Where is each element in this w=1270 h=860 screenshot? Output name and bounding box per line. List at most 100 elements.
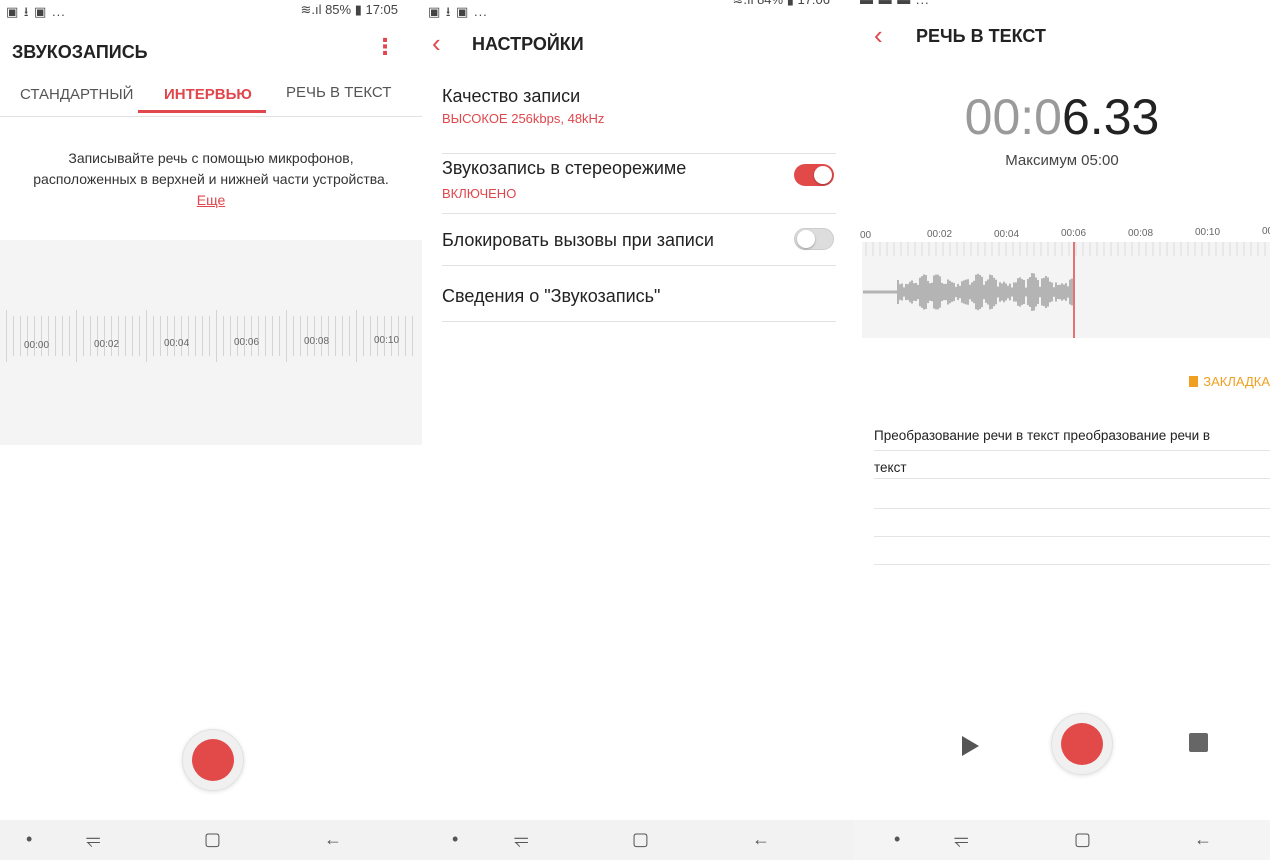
timeline-tick: [76, 310, 77, 362]
setting-label: Качество записи: [442, 86, 581, 106]
home-icon[interactable]: ▢: [1074, 829, 1091, 850]
text-divider: [874, 450, 1270, 451]
tab-speech-to-text[interactable]: РЕЧЬ В ТЕКСТ: [286, 84, 391, 101]
status-system-info: ≋.ıl 85% ▮ 17:05: [300, 2, 398, 17]
timeline-label: 00:10: [374, 335, 400, 346]
timeline-tick: [62, 316, 63, 356]
timeline-tick: [272, 316, 273, 356]
tab-interview[interactable]: ИНТЕРВЬЮ: [164, 86, 252, 103]
timeline-tick: [97, 316, 98, 356]
record-button[interactable]: [1051, 713, 1113, 775]
back-arrow-icon[interactable]: ←: [752, 829, 770, 850]
timeline-label: 00:: [1262, 226, 1270, 238]
timeline-tick: [216, 310, 217, 362]
status-bar: ▣ ⭳ ▣ ... ≋.ıl 85% ▮ 17:05: [0, 0, 422, 22]
navigation-bar: • ⥫ ▢ ←: [854, 820, 1270, 860]
chevron-left-icon[interactable]: ‹: [432, 30, 441, 56]
timer-dim-part: 00:0: [964, 89, 1062, 145]
timeline-tick: [279, 316, 280, 356]
status-bar: ▬ ▬ ▬ ...: [854, 0, 1270, 22]
timeline-tick: [167, 316, 168, 356]
timeline-tick: [6, 310, 7, 362]
setting-label: Звукозапись в стереорежиме: [442, 158, 687, 178]
timeline-tick: [83, 316, 84, 356]
timeline-tick: [244, 316, 245, 356]
timeline-label: 00:04: [164, 338, 190, 349]
recent-apps-icon[interactable]: ⥫: [954, 829, 968, 850]
timeline-tick: [132, 316, 133, 356]
back-arrow-icon[interactable]: ←: [324, 829, 342, 850]
timeline-tick: [293, 316, 294, 356]
timeline-label: 00:08: [1128, 227, 1154, 239]
description-text: Записывайте речь с помощью микрофонов, р…: [33, 150, 389, 187]
tab-standard[interactable]: СТАНДАРТНЫЙ: [20, 86, 133, 103]
dot-icon[interactable]: •: [452, 829, 458, 850]
recent-apps-icon[interactable]: ⥫: [514, 829, 528, 850]
timeline-tick: [230, 316, 231, 356]
stop-icon[interactable]: [1189, 733, 1208, 752]
mode-description: Записывайте речь с помощью микрофонов, р…: [30, 148, 392, 211]
dot-icon[interactable]: •: [894, 829, 900, 850]
setting-value: ВЫСОКОЕ 256kbps, 48kHz: [442, 111, 605, 126]
timeline-label: 00:02: [927, 229, 953, 241]
timer-bright-part: 6.33: [1062, 89, 1160, 145]
page-title: НАСТРОЙКИ: [472, 34, 584, 54]
setting-about[interactable]: Сведения о "Звукозапись": [442, 266, 836, 322]
bookmark-button[interactable]: ЗАКЛАДКА: [1189, 374, 1270, 389]
home-icon[interactable]: ▢: [204, 829, 221, 850]
text-divider: [874, 478, 1270, 479]
timeline-tick: [300, 316, 301, 356]
timeline-tick: [125, 316, 126, 356]
navigation-bar: • ⥫ ▢ ←: [0, 820, 422, 860]
dot-icon[interactable]: •: [26, 829, 32, 850]
timeline-tick: [153, 316, 154, 356]
timeline-tick: [209, 316, 210, 356]
recent-apps-icon[interactable]: ⥫: [86, 829, 100, 850]
bookmark-icon: [1189, 376, 1199, 387]
timeline-label: 00: [860, 230, 872, 241]
block-calls-toggle[interactable]: [794, 228, 834, 250]
more-link[interactable]: Еще: [197, 192, 226, 208]
timeline-tick: [69, 316, 70, 356]
timeline-tick: [181, 316, 182, 356]
bookmark-label: ЗАКЛАДКА: [1203, 374, 1270, 389]
timeline-area: 00:00 00:02 00:04 00:06 00:08 00:10: [0, 240, 422, 445]
timeline-tick: [118, 316, 119, 356]
text-divider: [874, 564, 1270, 565]
back-arrow-icon[interactable]: ←: [1194, 829, 1212, 850]
waveform: [863, 242, 1266, 338]
stereo-toggle[interactable]: [794, 164, 834, 186]
max-duration-label: Максимум 05:00: [1005, 152, 1119, 169]
page-title: РЕЧЬ В ТЕКСТ: [916, 26, 1046, 46]
app-title: ЗВУКОЗАПИСЬ: [12, 42, 148, 62]
timeline-tick: [370, 316, 371, 356]
timeline-tick: [286, 310, 287, 362]
home-icon[interactable]: ▢: [632, 829, 649, 850]
waveform-area: [862, 242, 1270, 338]
status-system-info: ≋.ıl 84% ▮ 17:06: [732, 0, 830, 8]
timeline-tick: [349, 316, 350, 356]
more-vert-icon[interactable]: ⋮: [374, 34, 396, 60]
chevron-left-icon[interactable]: ‹: [874, 22, 883, 48]
timeline-tick: [55, 316, 56, 356]
timeline-tick: [13, 316, 14, 356]
timeline-label: 00:06: [1061, 228, 1087, 240]
navigation-bar: • ⥫ ▢ ←: [422, 820, 854, 860]
play-icon[interactable]: [962, 736, 979, 756]
setting-value: ВКЛЮЧЕНО: [442, 186, 517, 201]
setting-label: Блокировать вызовы при записи: [442, 230, 714, 250]
timeline-tick: [202, 316, 203, 356]
timeline-label: 00:04: [994, 228, 1020, 240]
timeline-tick: [342, 316, 343, 356]
setting-recording-quality[interactable]: Качество записи ВЫСОКОЕ 256kbps, 48kHz: [442, 70, 836, 154]
record-button[interactable]: [182, 729, 244, 791]
timeline-tick: [412, 316, 413, 356]
transcript-line: Преобразование речи в текст преобразован…: [874, 428, 1211, 443]
toggle-knob: [797, 230, 815, 248]
timeline-tick: [265, 316, 266, 356]
setting-stereo-recording[interactable]: Звукозапись в стереорежиме ВКЛЮЧЕНО: [442, 154, 836, 214]
timeline-label: 00:10: [1195, 227, 1221, 238]
speech-to-text-screen: ▬ ▬ ▬ ... ‹ РЕЧЬ В ТЕКСТ 00:06.33 Максим…: [854, 0, 1270, 860]
timeline-tick: [104, 316, 105, 356]
setting-block-calls[interactable]: Блокировать вызовы при записи: [442, 214, 836, 266]
